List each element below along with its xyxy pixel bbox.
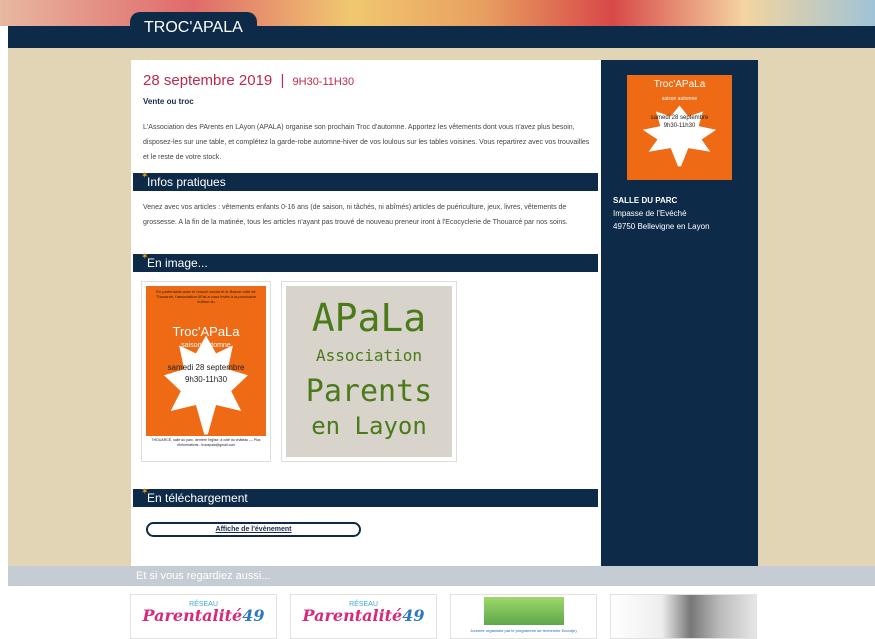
venue-city: 49750 Bellevigne en Layon xyxy=(613,222,710,231)
poster-season: saison automne xyxy=(661,96,698,102)
sidebar-poster[interactable]: Troc'APaLa saison automne samedi 28 sept… xyxy=(627,75,732,180)
logo-text: Parentalité xyxy=(142,606,243,625)
venue-street: Impasse de l'Evéché xyxy=(613,209,687,218)
poster-date: samedi 28 septembre xyxy=(167,362,245,372)
event-intro: L'Association des PArents en LAyon (APAL… xyxy=(143,124,590,161)
related-card[interactable]: RÉSEAU Parentalité49 xyxy=(130,594,277,639)
section-title: En téléchargement xyxy=(147,491,248,505)
poster-top-text: En partenariat avec le ressort social et… xyxy=(156,289,256,304)
parentalite-logo: Parentalité49 xyxy=(131,606,276,625)
event-date: 28 septembre 2019 xyxy=(143,72,273,89)
poster-thumbnail[interactable]: En partenariat avec le ressort social et… xyxy=(141,281,271,462)
section-title: En image... xyxy=(147,256,208,270)
event-subtitle: Vente ou troc xyxy=(143,97,194,106)
venue-name: SALLE DU PARC xyxy=(613,196,678,205)
related-card-baby-photo[interactable] xyxy=(610,594,757,639)
event-date-line: 28 septembre 2019 | 9H30-11H30 xyxy=(143,72,354,89)
poster-footer: THOUARCÉ, salle du parc, derrière l'égli… xyxy=(146,436,266,457)
venue-address: SALLE DU PARC Impasse de l'Evéché 49750 … xyxy=(613,194,710,233)
event-poster: Troc'APaLa saison automne samedi 28 sept… xyxy=(627,75,732,180)
sparkle-icon: ✶ xyxy=(141,486,149,496)
site-title[interactable]: TROC'APALA xyxy=(130,12,257,44)
date-separator: | xyxy=(280,72,285,89)
logo-number: 49 xyxy=(242,606,265,625)
sparkle-icon: ✶ xyxy=(141,251,149,261)
poster-title: Troc'APaLa xyxy=(172,323,240,339)
section-title: Infos pratiques xyxy=(147,175,226,189)
logo-thumbnail[interactable]: APaLa Association Parents en Layon xyxy=(281,281,457,462)
logo-line-2: Association xyxy=(316,346,422,365)
related-heading: Et si vous regardiez aussi... xyxy=(8,566,875,586)
maple-leaf-icon xyxy=(164,335,248,435)
logo-line-1: APaLa xyxy=(311,296,427,340)
poster-time: 9h30-11h30 xyxy=(184,374,228,384)
related-card[interactable]: RÉSEAU Parentalité49 xyxy=(290,594,437,639)
section-en-image: ✶ En image... xyxy=(133,251,598,272)
poster-season: saison automne xyxy=(181,342,231,350)
main-content: 28 septembre 2019 | 9H30-11H30 Vente ou … xyxy=(131,60,601,566)
parentalite-logo: Parentalité49 xyxy=(291,606,436,625)
logo-number: 49 xyxy=(402,606,425,625)
event-poster: En partenariat avec le ressort social et… xyxy=(146,286,266,457)
apala-logo: APaLa Association Parents en Layon xyxy=(286,286,452,457)
sparkle-icon: ✶ xyxy=(141,170,149,180)
poster-date: samedi 28 septembre xyxy=(650,114,709,121)
poster-time: 9h30-11h30 xyxy=(663,123,696,130)
related-card[interactable]: Journée organisée par le programme de re… xyxy=(450,594,597,639)
sidebar: Troc'APaLa saison automne samedi 28 sept… xyxy=(601,60,758,566)
child-photo xyxy=(483,597,564,625)
poster-title: Troc'APaLa xyxy=(653,79,706,91)
logo-line-3: Parents xyxy=(305,374,433,409)
event-time: 9H30-11H30 xyxy=(292,76,355,88)
section-infos-pratiques: ✶ Infos pratiques xyxy=(133,170,598,191)
download-poster-button[interactable]: Affiche de l'évènement xyxy=(146,522,361,537)
infos-text: Venez avec vos articles : vêtements enfa… xyxy=(143,204,568,226)
related-caption: Journée organisée par le programme de re… xyxy=(470,628,577,633)
section-telechargement: ✶ En téléchargement xyxy=(133,486,598,507)
logo-line-4: en Layon xyxy=(311,412,427,440)
logo-text: Parentalité xyxy=(302,606,403,625)
